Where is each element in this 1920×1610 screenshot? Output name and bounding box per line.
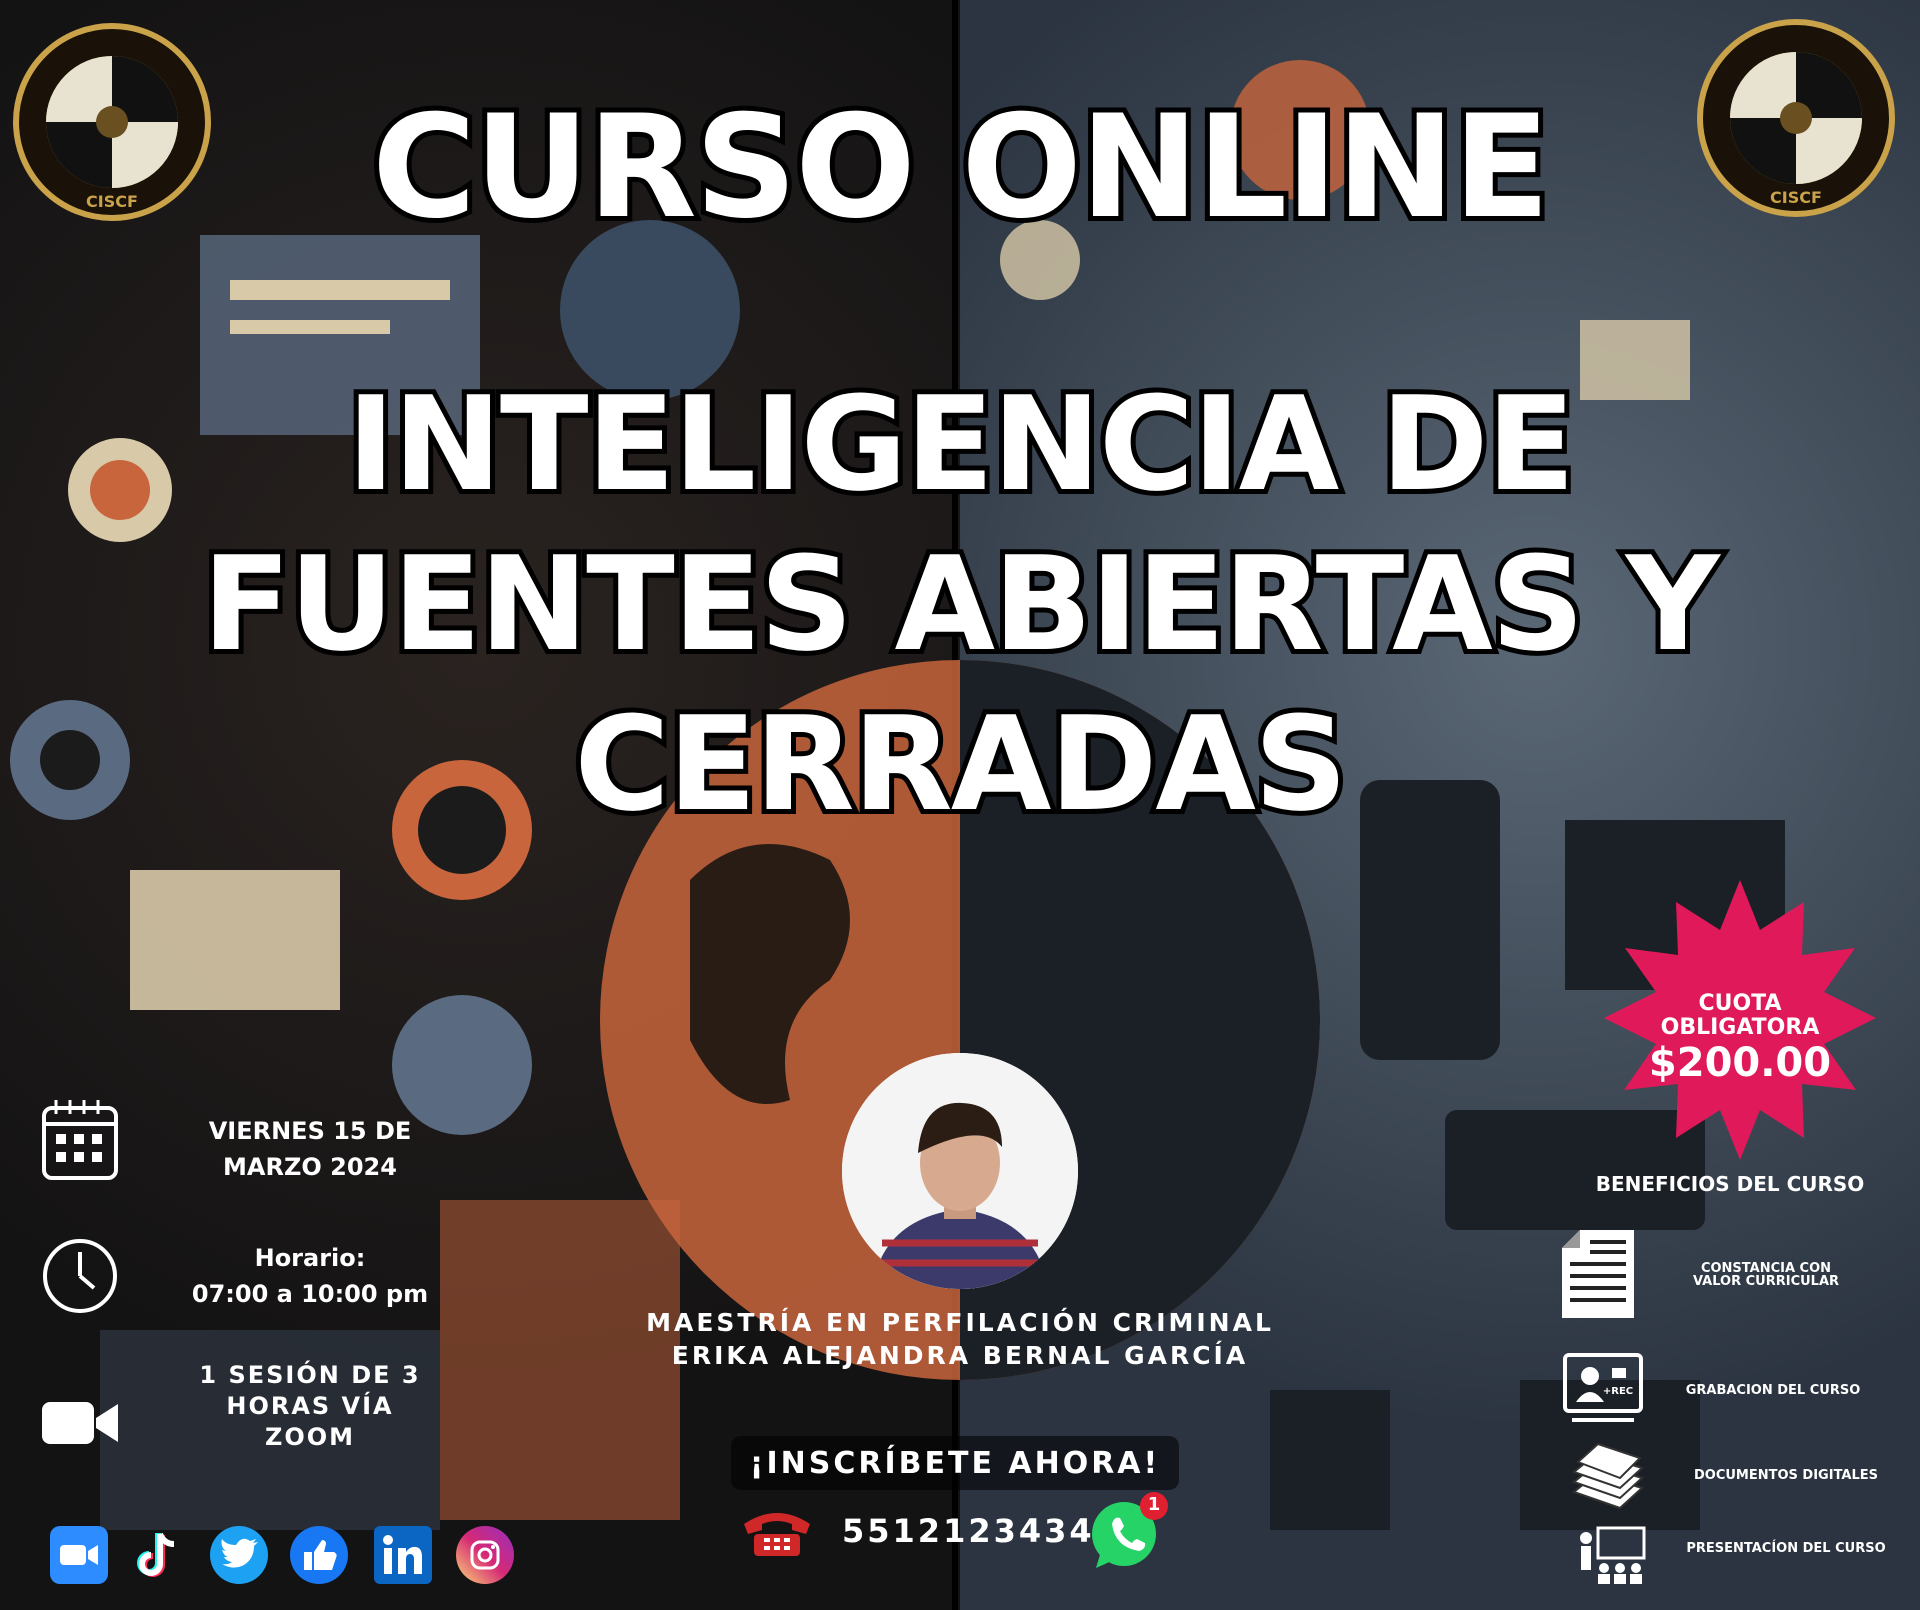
cta-label: ¡INSCRÍBETE AHORA! xyxy=(749,1446,1161,1481)
svg-text:+REC: +REC xyxy=(1603,1386,1633,1397)
title-line-1: INTELIGENCIA DE xyxy=(342,363,1581,525)
date-line-1: VIERNES 15 DE xyxy=(208,1117,412,1145)
event-schedule: Horario: 07:00 a 10:00 pm xyxy=(170,1240,450,1312)
session-line-3: ZOOM xyxy=(264,1423,356,1451)
title-line-3: CERRADAS xyxy=(569,683,1352,845)
phone-number[interactable]: 5512123434 xyxy=(842,1512,1092,1550)
schedule-label: Horario: xyxy=(254,1244,366,1272)
benefit-2: GRABACION DEL CURSO xyxy=(1685,1383,1861,1398)
title-line-2: FUENTES ABIERTAS Y xyxy=(197,523,1725,685)
benefit-1: CONSTANCIA CON VALOR CURRICULAR xyxy=(1666,1262,1866,1288)
facebook-like-icon[interactable] xyxy=(290,1526,348,1584)
twitter-icon[interactable] xyxy=(210,1526,268,1584)
session-line-1: 1 SESIÓN DE 3 xyxy=(199,1361,421,1389)
calendar-icon xyxy=(42,1100,118,1180)
date-line-2: MARZO 2024 xyxy=(223,1153,397,1181)
course-poster: CISCF CISCF CURSO ONLINE INTELIGENCIA DE… xyxy=(0,0,1920,1610)
benefits-heading: BENEFICIOS DEL CURSO xyxy=(1595,1172,1865,1196)
benefit-3: DOCUMENTOS DIGITALES xyxy=(1693,1468,1879,1483)
event-date: VIERNES 15 DE MARZO 2024 xyxy=(180,1113,440,1185)
document-icon xyxy=(1562,1230,1634,1318)
fee-amount: $200.00 xyxy=(1648,1040,1832,1086)
telephone-icon[interactable] xyxy=(740,1508,814,1558)
recording-icon: +REC xyxy=(1563,1353,1643,1422)
benefit-4: PRESENTACÍON DEL CURSO xyxy=(1686,1541,1886,1556)
documents-stack-icon xyxy=(1571,1442,1644,1510)
tiktok-icon[interactable] xyxy=(130,1526,188,1584)
session-line-2: HORAS VÍA xyxy=(226,1392,394,1420)
instructor-info: MAESTRÍA EN PERFILACIÓN CRIMINAL ERIKA A… xyxy=(560,1306,1360,1372)
zoom-icon[interactable] xyxy=(50,1526,108,1584)
clock-icon xyxy=(43,1239,117,1313)
instructor-name: ERIKA ALEJANDRA BERNAL GARCÍA xyxy=(671,1341,1249,1370)
fee-line-1: CUOTA xyxy=(1698,991,1782,1016)
whatsapp-badge: 1 xyxy=(1147,1494,1161,1515)
fee-line-2: OBLIGATORA xyxy=(1660,1015,1820,1040)
fee-text: CUOTA OBLIGATORA $200.00 xyxy=(1600,991,1880,1087)
cta-box[interactable]: ¡INSCRÍBETE AHORA! xyxy=(731,1436,1179,1490)
presentation-icon xyxy=(1580,1526,1646,1584)
instructor-photo xyxy=(842,1053,1078,1289)
instagram-icon[interactable] xyxy=(456,1526,514,1584)
instructor-degree: MAESTRÍA EN PERFILACIÓN CRIMINAL xyxy=(646,1308,1274,1337)
schedule-value: 07:00 a 10:00 pm xyxy=(191,1280,429,1308)
benefit-1-line-2: VALOR CURRICULAR xyxy=(1692,1274,1840,1289)
linkedin-icon[interactable] xyxy=(374,1526,432,1584)
session-info: 1 SESIÓN DE 3 HORAS VÍA ZOOM xyxy=(170,1360,450,1453)
title-curso-online: CURSO ONLINE xyxy=(367,80,1555,255)
video-camera-icon xyxy=(42,1402,118,1444)
